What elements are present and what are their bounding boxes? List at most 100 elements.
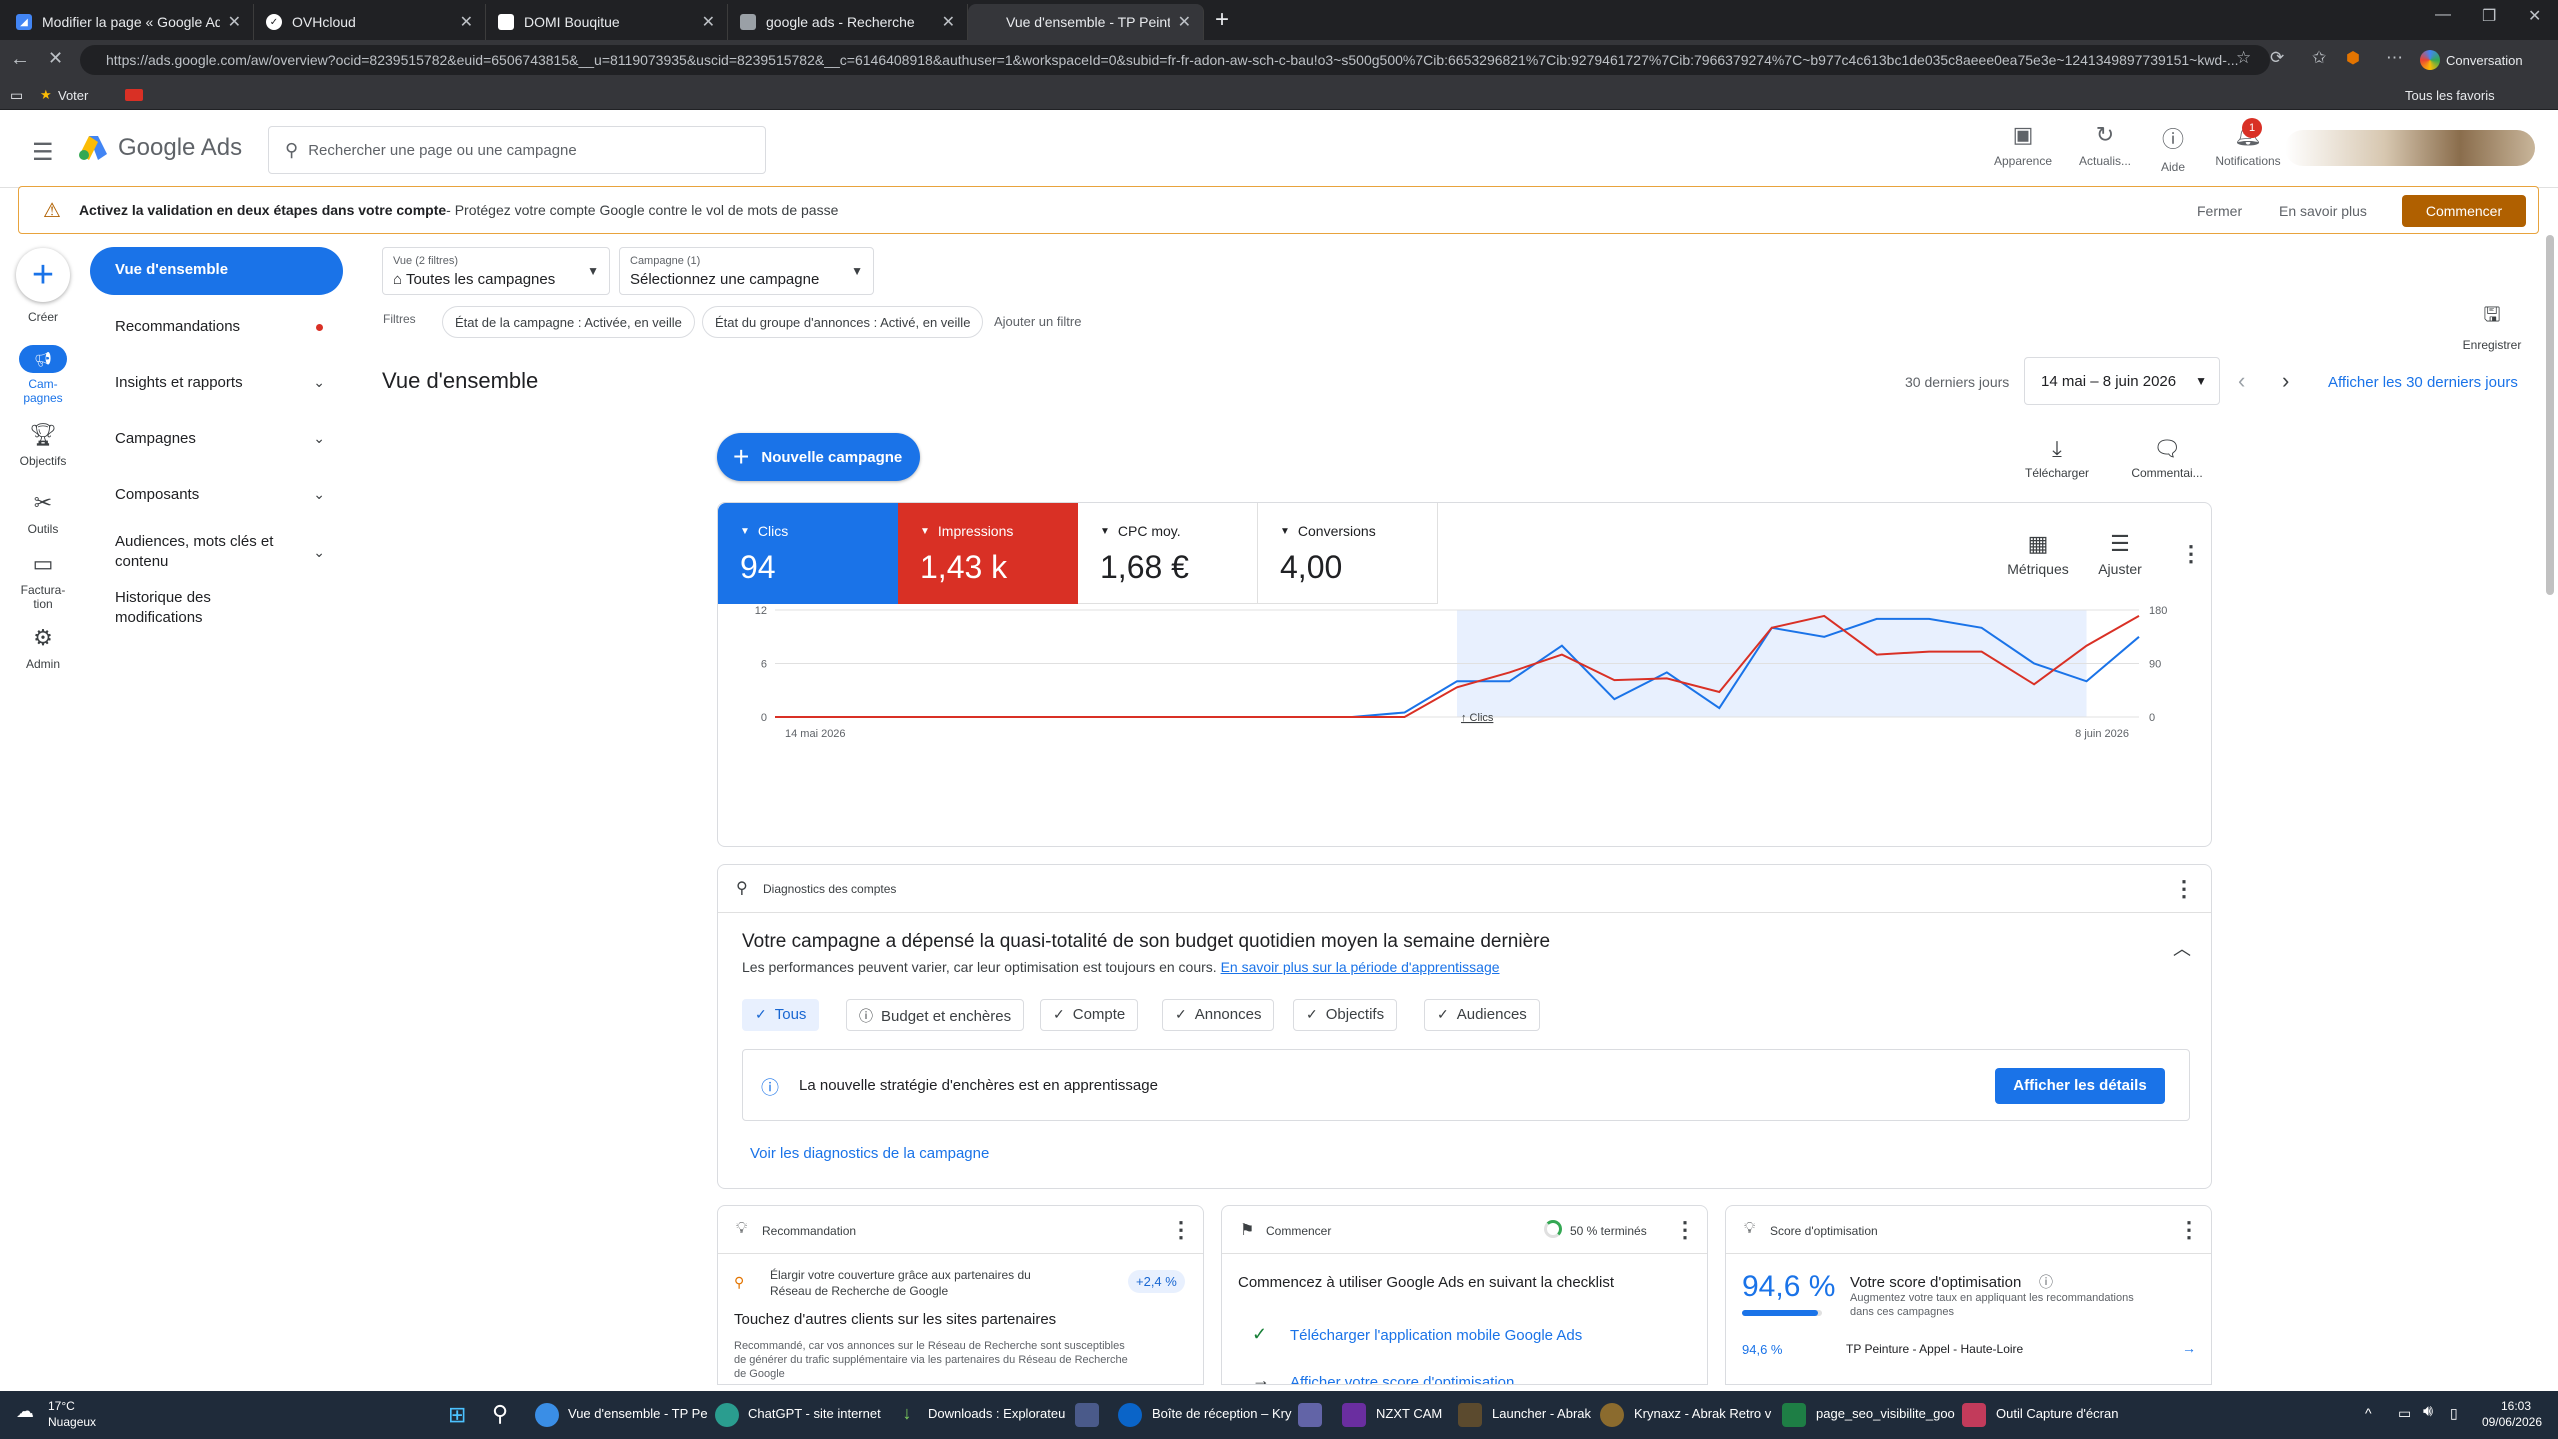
more-vert-icon[interactable]: ⋮ bbox=[2173, 878, 2195, 900]
rail-admin[interactable]: ⚙ Admin bbox=[8, 625, 78, 671]
taskbar-app[interactable]: Krynaxz - Abrak Retro v bbox=[1634, 1406, 1771, 1421]
close-tab-icon[interactable]: ✕ bbox=[702, 12, 715, 32]
save-view-button[interactable]: 🖫︎ Enregistrer bbox=[2452, 300, 2532, 352]
diag-chip-goals[interactable]: ✓ Objectifs bbox=[1293, 999, 1398, 1031]
url-field[interactable]: https://ads.google.com/aw/overview?ocid=… bbox=[80, 45, 2270, 75]
metric-tile-impressions[interactable]: ▼ Impressions 1,43 k bbox=[898, 503, 1078, 604]
rail-goals[interactable]: 🏆︎ Objectifs bbox=[8, 422, 78, 468]
close-window-icon[interactable]: ✕ bbox=[2528, 6, 2541, 26]
launcher-icon[interactable] bbox=[1458, 1403, 1482, 1427]
game-icon[interactable] bbox=[1600, 1403, 1624, 1427]
close-tab-icon[interactable]: ✕ bbox=[460, 12, 473, 32]
volume-icon[interactable]: 🔊︎ bbox=[2423, 1403, 2433, 1421]
page-scrollbar[interactable] bbox=[2546, 235, 2554, 595]
clock-time[interactable]: 16:03 bbox=[2488, 1399, 2544, 1413]
show-details-button[interactable]: Afficher les détails bbox=[1995, 1068, 2165, 1104]
comment-button[interactable]: 🗨︎ Commentai... bbox=[2117, 436, 2217, 480]
taskbar-search-icon[interactable]: ⚲ bbox=[492, 1401, 508, 1427]
view-filter-select[interactable]: Vue (2 filtres) ⌂ Toutes les campagnes ▼ bbox=[382, 247, 610, 295]
checklist-item-score[interactable]: Afficher votre score d'optimisation bbox=[1290, 1374, 1514, 1384]
nav-item-insights[interactable]: Insights et rapports ⌄ bbox=[115, 374, 325, 391]
nav-item-campaigns[interactable]: Campagnes ⌄ bbox=[115, 430, 325, 447]
download-button[interactable]: ⤓ Télécharger bbox=[2007, 436, 2107, 480]
taskbar-app[interactable]: page_seo_visibilite_goo bbox=[1816, 1406, 1955, 1421]
taskbar-app[interactable]: Downloads : Explorateu bbox=[928, 1406, 1065, 1421]
rail-campaigns[interactable]: 📢︎ Cam- pagnes bbox=[8, 345, 78, 405]
filter-chip-campaign-status[interactable]: État de la campagne : Activée, en veille bbox=[442, 306, 695, 338]
close-tab-icon[interactable]: ✕ bbox=[942, 12, 955, 32]
view-campaign-diagnostics-link[interactable]: Voir les diagnostics de la campagne bbox=[750, 1145, 989, 1162]
minimize-icon[interactable]: — bbox=[2435, 6, 2451, 24]
diag-chip-ads[interactable]: ✓ Annonces bbox=[1162, 999, 1275, 1031]
mail-icon[interactable] bbox=[1118, 1403, 1142, 1427]
all-bookmarks[interactable]: Tous les favoris bbox=[2405, 88, 2495, 103]
nav-item-assets[interactable]: Composants ⌄ bbox=[115, 486, 325, 503]
stop-loading-icon[interactable]: ✕ bbox=[48, 48, 63, 69]
search-input[interactable]: ⚲ Rechercher une page ou une campagne bbox=[268, 126, 766, 174]
rail-create[interactable]: + Créer bbox=[8, 248, 78, 324]
network-icon[interactable]: ▭ bbox=[2398, 1405, 2411, 1422]
diag-chip-all[interactable]: ✓ Tous bbox=[742, 999, 820, 1031]
nav-item-recommendations[interactable]: Recommandations bbox=[115, 318, 325, 335]
google-ads-logo[interactable]: Google Ads bbox=[78, 134, 242, 162]
nav-item-audiences[interactable]: Audiences, mots clés et contenu ⌄ bbox=[115, 532, 325, 572]
menu-icon[interactable]: ☰ bbox=[32, 138, 54, 167]
metric-tile-clicks[interactable]: ▼ Clics 94 bbox=[718, 503, 898, 604]
rail-billing[interactable]: ▭ Factura- tion bbox=[8, 551, 78, 611]
nzxt-icon[interactable] bbox=[1342, 1403, 1366, 1427]
edge-browser-icon[interactable] bbox=[535, 1403, 559, 1427]
more-vert-icon[interactable]: ⋮ bbox=[1170, 1219, 1192, 1241]
browser-tab[interactable]: ✓ OVHcloud ✕ bbox=[254, 4, 486, 40]
back-arrow-icon[interactable]: ← bbox=[10, 48, 30, 71]
date-range-picker[interactable]: 14 mai – 8 juin 2026 ▼ bbox=[2024, 357, 2220, 405]
taskbar-app[interactable]: Vue d'ensemble - TP Pe bbox=[568, 1406, 708, 1421]
close-tab-icon[interactable]: ✕ bbox=[1178, 12, 1191, 32]
clock-date[interactable]: 09/06/2026 bbox=[2452, 1415, 2542, 1429]
browser-tab[interactable]: ⚲ google ads - Recherche ✕ bbox=[728, 4, 968, 40]
next-period-chevron-icon[interactable]: › bbox=[2282, 368, 2289, 394]
add-filter-link[interactable]: Ajouter un filtre bbox=[994, 314, 1081, 329]
appearance-button[interactable]: ▣ Apparence bbox=[1983, 122, 2063, 168]
more-vert-icon[interactable]: ⋮ bbox=[1674, 1219, 1696, 1241]
teams-icon[interactable] bbox=[1298, 1403, 1322, 1427]
diag-chip-account[interactable]: ✓ Compte bbox=[1040, 999, 1139, 1031]
learning-period-link[interactable]: En savoir plus sur la période d'apprenti… bbox=[1221, 959, 1500, 975]
snipping-tool-icon[interactable] bbox=[1962, 1403, 1986, 1427]
browser-tab[interactable]: ◢ Modifier la page « Google Ads » ‹ ✕ bbox=[4, 4, 254, 40]
more-menu-icon[interactable]: ⋯ bbox=[2386, 48, 2403, 68]
diag-chip-audiences[interactable]: ✓ Audiences bbox=[1424, 999, 1540, 1031]
brave-shield-icon[interactable]: ⬢ bbox=[2346, 48, 2360, 68]
bookmark-sidebar-icon[interactable]: ▭ bbox=[10, 87, 23, 104]
help-button[interactable]: ⓘ Aide bbox=[2133, 122, 2213, 174]
alert-learn-more-link[interactable]: En savoir plus bbox=[2279, 203, 2367, 219]
bookmark-voter[interactable]: Voter bbox=[58, 88, 88, 103]
nav-item-overview[interactable]: Vue d'ensemble bbox=[90, 247, 343, 295]
checklist-item-download-app[interactable]: Télécharger l'application mobile Google … bbox=[1290, 1327, 1582, 1344]
bookmark-star-icon[interactable]: ☆ bbox=[2236, 48, 2251, 68]
taskbar-app[interactable]: Launcher - Abrak bbox=[1492, 1406, 1591, 1421]
diag-chip-budget[interactable]: ⓘ Budget et enchères bbox=[846, 999, 1025, 1031]
conversation-button[interactable]: Conversation bbox=[2420, 47, 2523, 73]
help-icon[interactable]: ⓘ bbox=[2039, 1272, 2053, 1292]
app-icon[interactable] bbox=[1075, 1403, 1099, 1427]
new-campaign-button[interactable]: + Nouvelle campagne bbox=[717, 433, 920, 481]
filter-chip-adgroup-status[interactable]: État du groupe d'annonces : Activé, en v… bbox=[702, 306, 984, 338]
download-arrow-icon[interactable]: ↓ bbox=[895, 1403, 919, 1427]
alert-close-link[interactable]: Fermer bbox=[2197, 203, 2242, 219]
flag-bookmark-icon[interactable] bbox=[125, 89, 143, 101]
show-last-30-days-link[interactable]: Afficher les 30 derniers jours bbox=[2328, 374, 2518, 391]
previous-period-chevron-icon[interactable]: ‹ bbox=[2238, 368, 2245, 394]
more-vert-icon[interactable]: ⋮ bbox=[2180, 543, 2202, 565]
account-banner-avatar[interactable] bbox=[2285, 130, 2535, 166]
arrow-right-icon[interactable]: → bbox=[2182, 1340, 2196, 1356]
nav-item-history[interactable]: Historique des modifications bbox=[115, 588, 325, 628]
browser-tab[interactable]: DOMI Bouqitue ✕ bbox=[486, 4, 728, 40]
adjust-button[interactable]: ☰ Ajuster bbox=[2070, 531, 2170, 577]
metric-tile-avg-cpc[interactable]: ▼ CPC moy. 1,68 € bbox=[1078, 503, 1258, 604]
close-tab-icon[interactable]: ✕ bbox=[228, 12, 241, 32]
chevron-up-icon[interactable]: ^ bbox=[2365, 1405, 2372, 1421]
alert-start-button[interactable]: Commencer bbox=[2402, 195, 2526, 227]
chevron-up-icon[interactable]: ︿ bbox=[2173, 935, 2191, 961]
browser-tab-active[interactable]: Vue d'ensemble - TP Peinture Hau ✕ bbox=[968, 4, 1204, 40]
new-tab-plus-icon[interactable]: + bbox=[1215, 6, 1229, 34]
